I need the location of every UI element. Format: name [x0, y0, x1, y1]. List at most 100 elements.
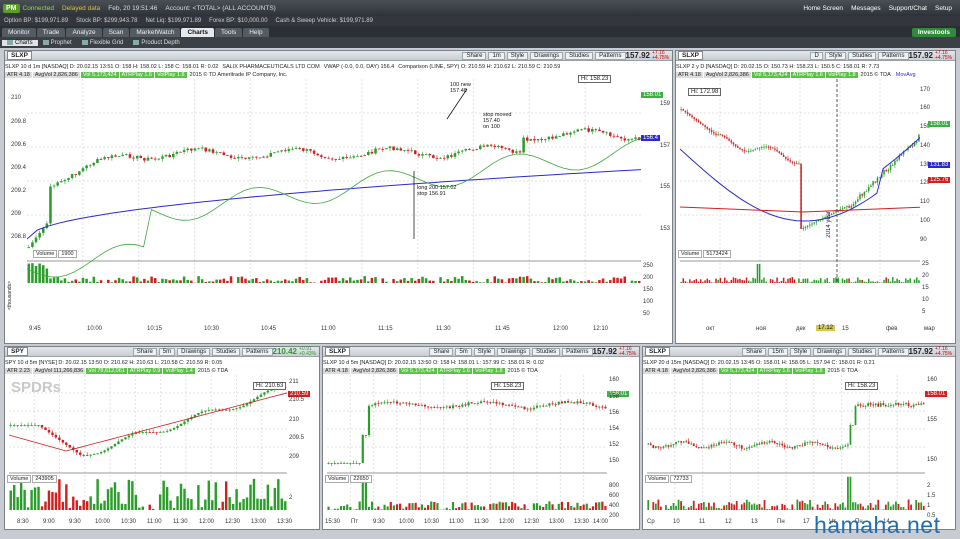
tab-marketwatch[interactable]: MarketWatch — [130, 28, 180, 37]
volume-bar — [100, 280, 103, 283]
symbol-input[interactable]: SLXP — [645, 347, 670, 356]
subtab-flexible-grid[interactable]: Flexible Grid — [77, 40, 129, 46]
price-chart[interactable] — [327, 375, 607, 520]
chart-panel-slxp-5m: SLXP Share 5m Style Drawings Studies Pat… — [322, 346, 640, 530]
symbol-input[interactable]: SPY — [7, 347, 28, 356]
patterns-button[interactable]: Patterns — [878, 348, 908, 356]
studies-button[interactable]: Studies — [565, 52, 593, 60]
symbol-input[interactable]: SLXP — [325, 347, 350, 356]
volume-bar — [486, 279, 489, 283]
style-button[interactable]: Style — [507, 52, 528, 60]
subtab-product-depth[interactable]: Product Depth — [128, 40, 184, 46]
patterns-button[interactable]: Patterns — [242, 348, 272, 356]
tab-tools[interactable]: Tools — [215, 28, 242, 37]
tab-trade[interactable]: Trade — [37, 28, 66, 37]
candle — [853, 204, 855, 206]
candle — [64, 180, 67, 181]
tab-charts[interactable]: Charts — [181, 28, 214, 37]
subtab-prophet[interactable]: Prophet — [38, 40, 77, 46]
volume-label: Volume — [33, 250, 57, 258]
studies-button[interactable]: Studies — [532, 348, 560, 356]
volume-bar — [673, 503, 675, 510]
studies-button[interactable]: Studies — [212, 348, 240, 356]
candle — [738, 445, 740, 446]
volume-bar — [864, 282, 866, 283]
interval-button[interactable]: 5m — [455, 348, 471, 356]
interval-button[interactable]: 1m — [488, 52, 504, 60]
share-button[interactable]: Share — [429, 348, 453, 356]
subtab-charts[interactable]: Charts — [2, 40, 38, 46]
candle — [454, 153, 457, 157]
interval-button[interactable]: 15m — [768, 348, 788, 356]
candle — [352, 463, 354, 464]
volume-bar — [573, 507, 575, 510]
symbol-input[interactable]: SLXP — [678, 51, 703, 60]
candle — [374, 149, 377, 154]
volume-bar — [235, 489, 237, 510]
share-button[interactable]: Share — [742, 348, 766, 356]
studies-button[interactable]: Studies — [848, 348, 876, 356]
volume-bar — [537, 281, 540, 283]
tab-scan[interactable]: Scan — [103, 28, 130, 37]
study-badges: ATR 4.18 AvgVol 2,826,386 Vol 5,173,424 … — [643, 367, 955, 375]
volume-label: Volume — [645, 475, 669, 483]
home-screen-link[interactable]: Home Screen — [803, 5, 843, 12]
candle — [609, 132, 612, 135]
main-tabs: Monitor Trade Analyze Scan MarketWatch C… — [0, 26, 960, 37]
candle — [888, 170, 890, 171]
tab-analyze[interactable]: Analyze — [66, 28, 101, 37]
studies-button[interactable]: Studies — [848, 52, 876, 60]
patterns-button[interactable]: Patterns — [562, 348, 592, 356]
volume-bar — [197, 485, 199, 510]
volume-bar — [353, 281, 356, 283]
account-selector[interactable]: Account: <TOTAL> (ALL ACCOUNTS) — [165, 5, 275, 12]
price-chart[interactable] — [9, 375, 287, 520]
volume-bar — [901, 282, 903, 283]
patterns-button[interactable]: Patterns — [878, 52, 908, 60]
drawings-button[interactable]: Drawings — [813, 348, 846, 356]
drawings-button[interactable]: Drawings — [530, 52, 563, 60]
patterns-button[interactable]: Patterns — [595, 52, 625, 60]
volume-bar — [42, 265, 45, 283]
drawings-button[interactable]: Drawings — [177, 348, 210, 356]
messages-link[interactable]: Messages — [851, 5, 881, 12]
symbol-input[interactable]: SLXP — [7, 51, 32, 60]
setup-link[interactable]: Setup — [935, 5, 952, 12]
tab-monitor[interactable]: Monitor — [2, 28, 36, 37]
y-tick-label: 209.8 — [11, 119, 26, 125]
volume-bar — [750, 282, 752, 283]
interval-button[interactable]: D — [810, 52, 822, 60]
candle — [526, 138, 529, 141]
candle — [589, 403, 591, 404]
volume-bar — [107, 489, 109, 510]
study-badges: ATR 4.18 AvgVol 2,826,386 Vol 5,173,424 … — [676, 71, 955, 79]
support-chat-link[interactable]: Support/Chat — [889, 5, 927, 12]
volume-bar — [295, 279, 298, 283]
tab-help[interactable]: Help — [243, 28, 268, 37]
data-feed-status: Delayed data — [62, 5, 100, 12]
price-chart[interactable] — [27, 79, 641, 293]
volume-bar — [837, 506, 839, 510]
style-button[interactable]: Style — [790, 348, 811, 356]
volume-bar — [879, 282, 881, 283]
price-chart[interactable] — [647, 375, 925, 520]
style-button[interactable]: Style — [825, 52, 846, 60]
y-tick-label: 156 — [609, 410, 619, 416]
candle — [551, 137, 554, 139]
candle — [505, 405, 507, 406]
candle — [822, 444, 824, 445]
candle — [792, 162, 794, 163]
interval-button[interactable]: 5m — [159, 348, 175, 356]
candle — [493, 146, 496, 147]
share-button[interactable]: Share — [133, 348, 157, 356]
volume-value: 5173424 — [703, 250, 730, 258]
candle — [533, 408, 535, 410]
style-button[interactable]: Style — [474, 348, 495, 356]
candle — [396, 148, 399, 150]
drawings-button[interactable]: Drawings — [497, 348, 530, 356]
price-chart[interactable] — [680, 79, 920, 293]
copyright: 2015 © TDA — [196, 368, 230, 374]
candle — [689, 114, 691, 116]
share-button[interactable]: Share — [462, 52, 486, 60]
volume-bar — [343, 506, 345, 510]
